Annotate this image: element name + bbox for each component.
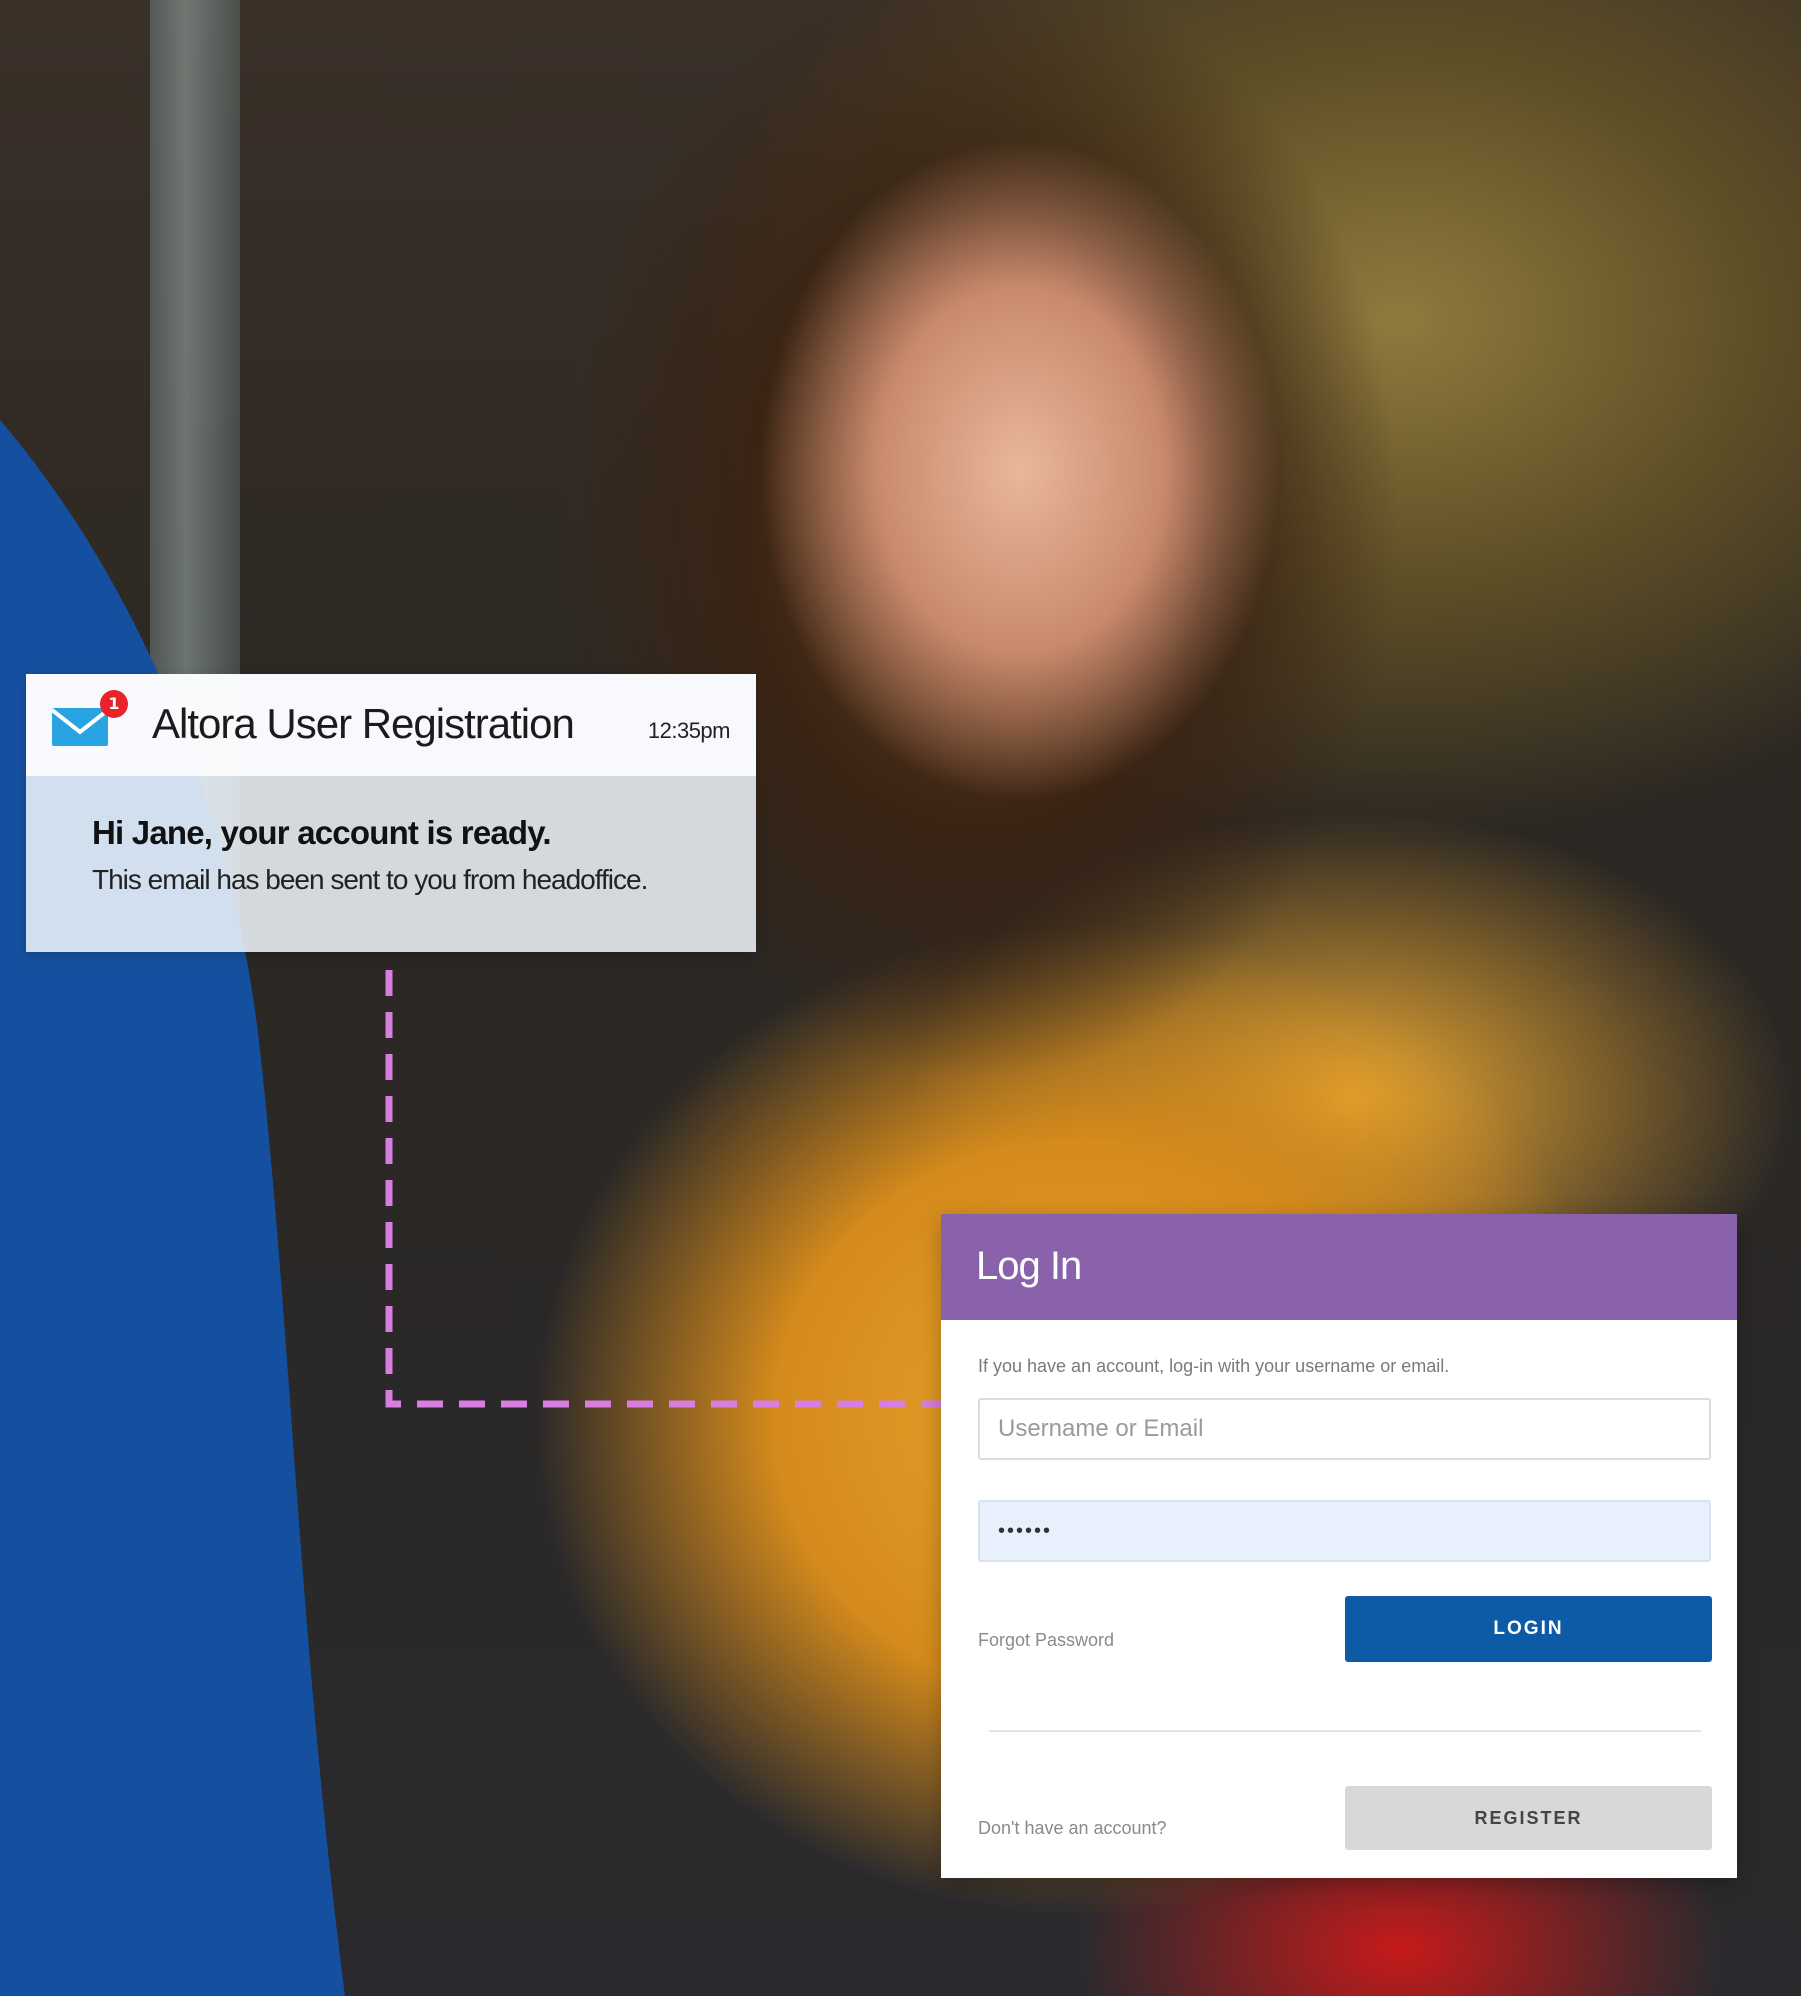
login-header: Log In [941,1214,1737,1320]
login-title: Log In [976,1244,1082,1288]
no-account-text: Don't have an account? [978,1818,1167,1838]
forgot-password-link[interactable]: Forgot Password [978,1630,1114,1651]
divider [989,1730,1701,1732]
login-card: Log In If you have an account, log-in wi… [941,1214,1737,1878]
login-button[interactable]: LOGIN [1345,1596,1712,1662]
register-button[interactable]: REGISTER [1345,1786,1712,1850]
password-input[interactable] [978,1500,1711,1562]
username-input[interactable] [978,1398,1711,1460]
login-intro-text: If you have an account, log-in with your… [978,1356,1450,1376]
screen: 1 Altora User Registration 12:35pm Hi Ja… [0,0,1801,1996]
